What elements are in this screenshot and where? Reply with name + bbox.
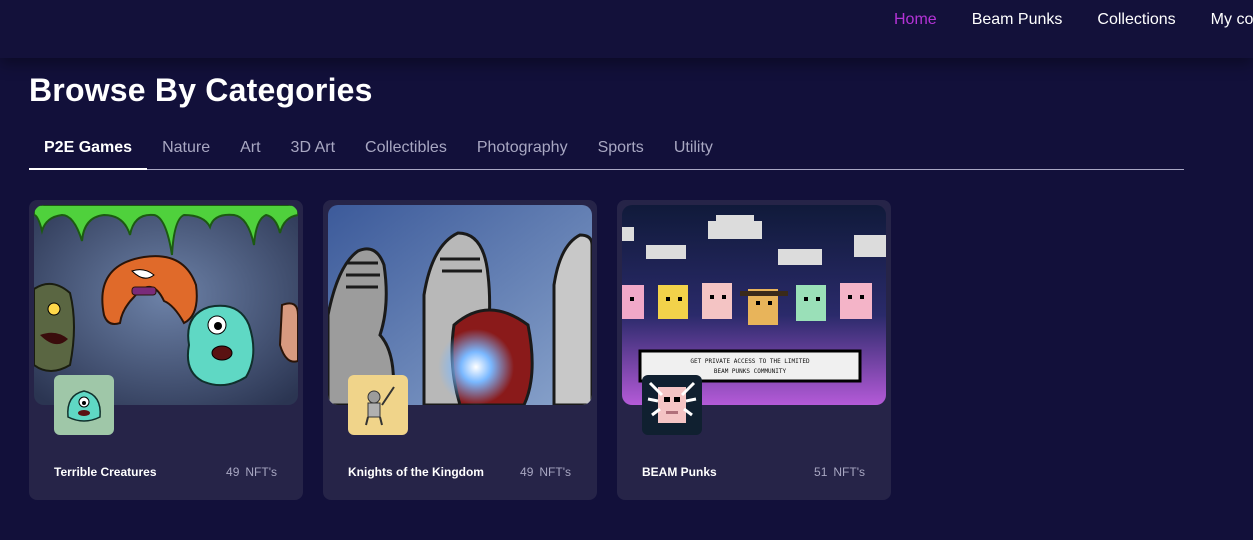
collection-card-beam-punks[interactable]: GET PRIVATE ACCESS TO THE LIMITED BEAM P… <box>617 200 891 500</box>
collection-card-terrible-creatures[interactable]: Terrible Creatures 49 NFT's <box>29 200 303 500</box>
tab-sports[interactable]: Sports <box>583 128 659 170</box>
nft-count: 49 NFT's <box>520 465 571 479</box>
tab-art[interactable]: Art <box>225 128 275 170</box>
nft-count: 49 NFT's <box>226 465 277 479</box>
nft-count-unit: NFT's <box>833 465 865 479</box>
collection-avatar <box>642 375 702 435</box>
nav-link-collections[interactable]: Collections <box>1097 11 1175 29</box>
collection-name: Knights of the Kingdom <box>348 465 484 479</box>
tab-p2e-games[interactable]: P2E Games <box>29 128 148 170</box>
page-title: Browse By Categories <box>29 72 373 108</box>
svg-text:BEAM PUNKS COMMUNITY: BEAM PUNKS COMMUNITY <box>714 368 787 375</box>
nav-links: Home Beam Punks Collections My co <box>894 11 1253 29</box>
nav-link-my-collections[interactable]: My co <box>1211 11 1253 29</box>
tab-utility[interactable]: Utility <box>659 128 728 170</box>
nft-count-unit: NFT's <box>245 465 277 479</box>
nft-count: 51 NFT's <box>814 465 865 479</box>
nft-count-number: 49 <box>226 465 240 479</box>
nft-count-unit: NFT's <box>539 465 571 479</box>
tab-3d-art[interactable]: 3D Art <box>276 128 350 170</box>
collection-name: Terrible Creatures <box>54 465 157 479</box>
nav-link-beam-punks[interactable]: Beam Punks <box>972 11 1063 29</box>
top-navigation: Home Beam Punks Collections My co <box>0 0 1253 58</box>
nft-count-number: 51 <box>814 465 828 479</box>
category-tabs: P2E Games Nature Art 3D Art Collectibles… <box>29 128 1184 170</box>
collection-avatar <box>348 375 408 435</box>
collection-avatar <box>54 375 114 435</box>
tab-nature[interactable]: Nature <box>147 128 225 170</box>
nav-link-home[interactable]: Home <box>894 11 937 29</box>
collection-name: BEAM Punks <box>642 465 717 479</box>
nft-count-number: 49 <box>520 465 534 479</box>
svg-text:GET PRIVATE ACCESS TO THE LIMI: GET PRIVATE ACCESS TO THE LIMITED <box>690 358 810 365</box>
collection-card-knights-of-the-kingdom[interactable]: Knights of the Kingdom 49 NFT's <box>323 200 597 500</box>
tab-photography[interactable]: Photography <box>462 128 583 170</box>
tab-collectibles[interactable]: Collectibles <box>350 128 462 170</box>
